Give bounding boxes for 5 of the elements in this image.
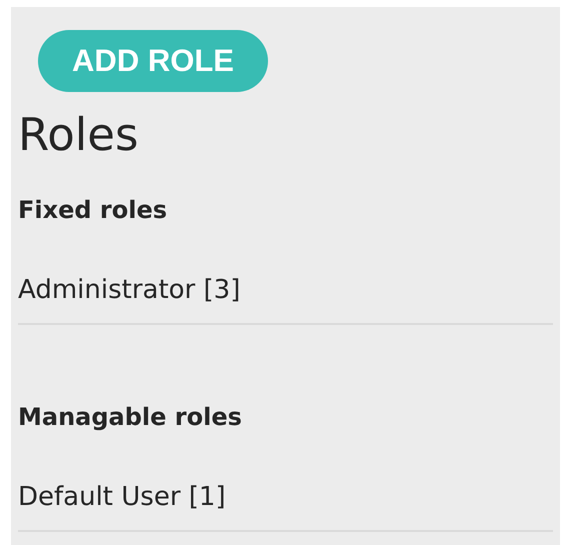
section-heading: Fixed roles	[18, 195, 168, 226]
role-item[interactable]: Default User [1]	[18, 477, 226, 517]
role-item[interactable]: Administrator [3]	[18, 270, 240, 310]
section-heading: Managable roles	[18, 402, 243, 433]
page-title: Roles	[18, 110, 140, 160]
